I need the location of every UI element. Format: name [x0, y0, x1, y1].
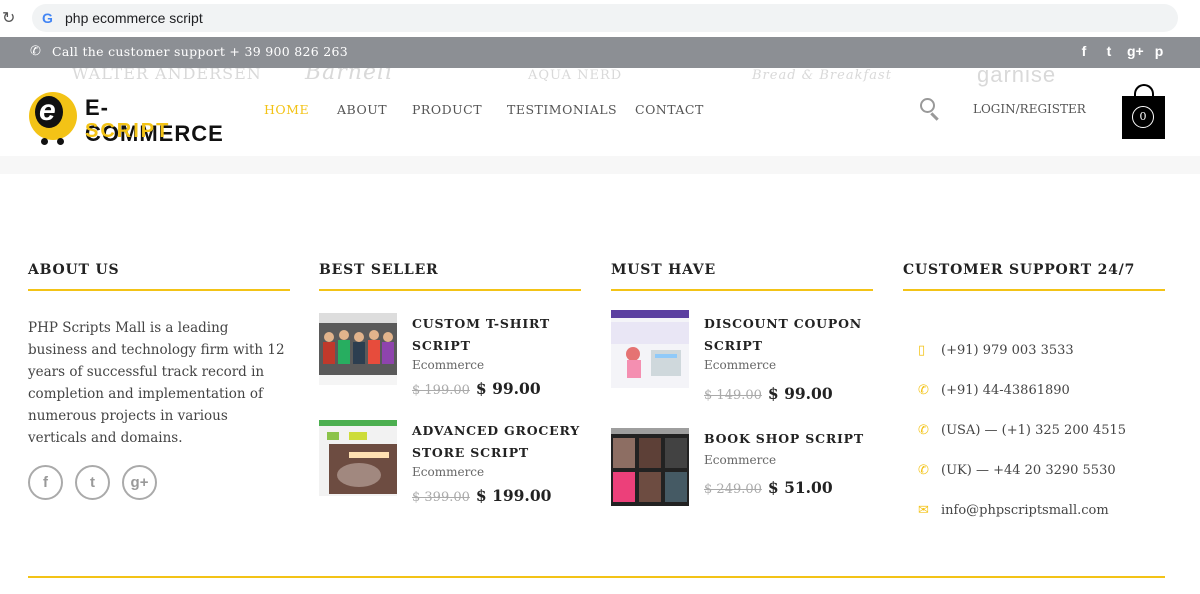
product-category: Ecommerce	[412, 358, 485, 372]
product-thumbnail[interactable]	[611, 428, 689, 506]
product-price: $ 149.00 $ 99.00	[704, 384, 833, 403]
product-category: Ecommerce	[704, 453, 777, 467]
site-header: WALTER ANDERSEN Barneli AQUA NERD Bread …	[0, 68, 1200, 156]
nav-about[interactable]: ABOUT	[337, 102, 387, 117]
about-us-heading: ABOUT US	[28, 262, 290, 291]
product-title[interactable]: DISCOUNT COUPON SCRIPT	[704, 313, 879, 357]
top-social-links: f t g+ p	[1077, 43, 1166, 59]
old-price: $ 149.00	[704, 388, 762, 403]
about-us-column: ABOUT US PHP Scripts Mall is a leading b…	[28, 262, 290, 500]
product-thumbnail[interactable]	[319, 420, 397, 496]
contact-phone-usa: ✆ (USA) — (+1) 325 200 4515	[918, 423, 1127, 438]
cart-wheel-icon	[41, 138, 48, 145]
cart-button[interactable]: 0	[1122, 96, 1165, 139]
site-logo[interactable]: e E-COMMERCE SCRIPT	[29, 92, 229, 150]
old-price: $ 399.00	[412, 490, 470, 505]
nav-product[interactable]: PRODUCT	[412, 102, 482, 117]
product-price: $ 399.00 $ 199.00	[412, 486, 551, 505]
old-price: $ 199.00	[412, 383, 470, 398]
cart-wheel-icon	[57, 138, 64, 145]
product-title[interactable]: ADVANCED GROCERY STORE SCRIPT	[412, 420, 587, 464]
footer-divider	[28, 576, 1165, 578]
google-plus-icon[interactable]: g+	[122, 465, 157, 500]
customer-support-heading: CUSTOMER SUPPORT 24/7	[903, 262, 1165, 291]
best-seller-column: BEST SELLER CUSTOM T-SHIRT SCRIPT Ecomme…	[319, 262, 581, 505]
twitter-icon[interactable]: t	[75, 465, 110, 500]
top-support-bar: ✆ Call the customer support + 39 900 826…	[0, 37, 1200, 68]
address-bar[interactable]: G php ecommerce script	[32, 4, 1178, 32]
best-seller-heading: BEST SELLER	[319, 262, 581, 291]
old-price: $ 249.00	[704, 482, 762, 497]
login-register-link[interactable]: LOGIN/REGISTER	[973, 102, 1086, 116]
google-icon: G	[42, 10, 53, 26]
contact-email[interactable]: ✉ info@phpscriptsmall.com	[918, 503, 1109, 518]
phone-icon: ✆	[30, 44, 41, 59]
must-have-column: MUST HAVE DISCOUNT COUPON SCRIPT Ecommer…	[611, 262, 873, 506]
contact-phone-uk: ✆ (UK) — +44 20 3290 5530	[918, 463, 1116, 478]
product-category: Ecommerce	[412, 465, 485, 479]
logo-line2: SCRIPT	[85, 120, 171, 142]
product-category: Ecommerce	[704, 358, 777, 372]
browser-toolbar: ↻ G php ecommerce script	[0, 0, 1200, 37]
facebook-icon[interactable]: f	[1077, 43, 1091, 59]
cart-count: 0	[1132, 106, 1154, 128]
envelope-icon: ✉	[918, 503, 929, 518]
brand-logo: Bread & Breakfast	[752, 68, 892, 83]
footer-social-links: f t g+	[28, 465, 290, 500]
product-title[interactable]: CUSTOM T-SHIRT SCRIPT	[412, 313, 587, 357]
brand-logo: garnise	[977, 68, 1057, 87]
reload-icon[interactable]: ↻	[2, 9, 20, 27]
current-price: $ 51.00	[767, 478, 833, 497]
product-thumbnail[interactable]	[611, 310, 689, 388]
about-us-text: PHP Scripts Mall is a leading business a…	[28, 320, 285, 446]
pinterest-icon[interactable]: p	[1152, 43, 1166, 59]
current-price: $ 199.00	[475, 486, 552, 505]
product-title[interactable]: BOOK SHOP SCRIPT	[704, 428, 879, 450]
address-text[interactable]: php ecommerce script	[65, 10, 203, 26]
customer-support-column: CUSTOMER SUPPORT 24/7 ▯ (+91) 979 003 353…	[903, 262, 1165, 518]
product-price: $ 199.00 $ 99.00	[412, 379, 541, 398]
contact-phone-india: ✆ (+91) 44-43861890	[918, 383, 1070, 398]
phone-icon: ✆	[918, 383, 929, 398]
brand-logo: AQUA NERD	[528, 68, 623, 83]
google-plus-icon[interactable]: g+	[1127, 43, 1144, 59]
product-thumbnail[interactable]	[319, 313, 397, 385]
logo-mark: e	[29, 92, 77, 140]
support-text: Call the customer support + 39 900 826 2…	[52, 44, 349, 59]
facebook-icon[interactable]: f	[28, 465, 63, 500]
product-price: $ 249.00 $ 51.00	[704, 478, 833, 497]
current-price: $ 99.00	[767, 384, 833, 403]
nav-contact[interactable]: CONTACT	[635, 102, 704, 117]
phone-icon: ✆	[918, 463, 929, 478]
phone-icon: ✆	[918, 423, 929, 438]
nav-testimonials[interactable]: TESTIMONIALS	[507, 102, 617, 117]
brand-logo-strip: WALTER ANDERSEN Barneli AQUA NERD Bread …	[0, 68, 1200, 90]
twitter-icon[interactable]: t	[1102, 43, 1116, 59]
contact-mobile: ▯ (+91) 979 003 3533	[918, 343, 1074, 358]
header-divider	[0, 156, 1200, 174]
search-icon[interactable]	[920, 98, 940, 121]
brand-logo: Barneli	[305, 68, 394, 85]
brand-logo: WALTER ANDERSEN	[72, 68, 262, 83]
current-price: $ 99.00	[475, 379, 541, 398]
mobile-icon: ▯	[918, 343, 926, 358]
must-have-heading: MUST HAVE	[611, 262, 873, 291]
nav-home[interactable]: HOME	[264, 102, 309, 117]
